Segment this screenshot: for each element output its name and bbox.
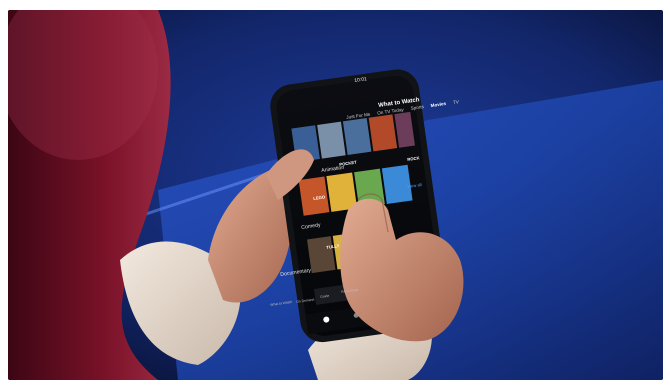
scene-illustration [8, 10, 663, 380]
tab-tv[interactable]: TV [453, 99, 460, 105]
photo-scene: 10:01 What to Watch Just For Me On TV To… [8, 10, 663, 380]
